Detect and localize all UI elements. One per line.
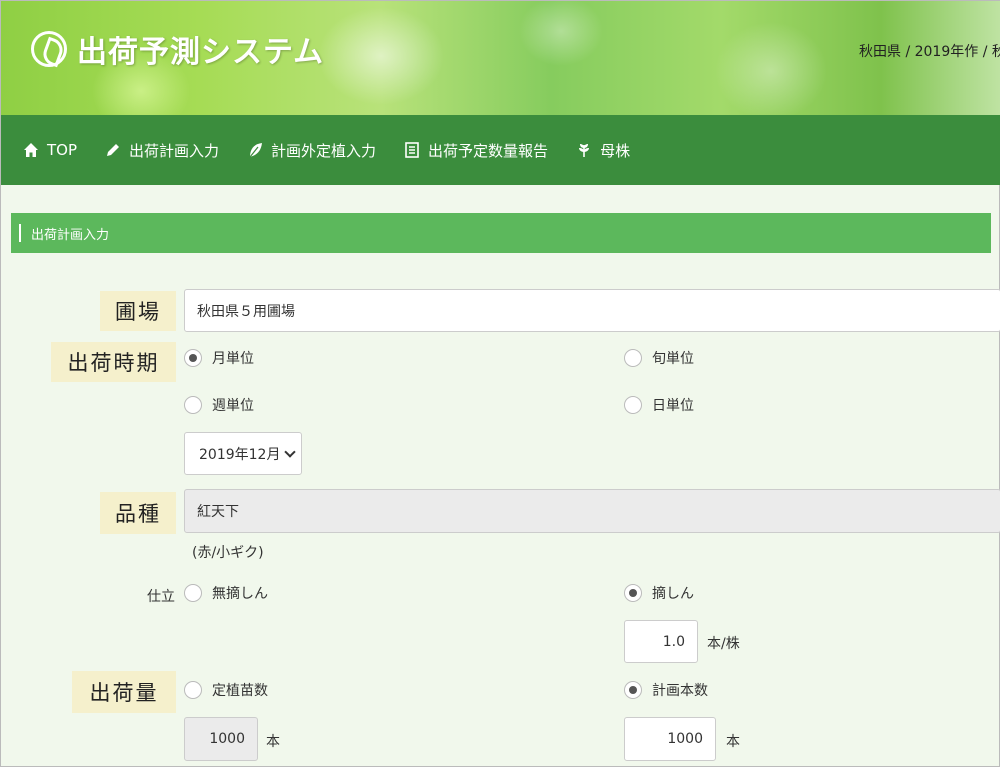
radio-weekly[interactable]: 週単位 (184, 395, 254, 415)
radio-no-pinching[interactable]: 無摘しん (184, 583, 268, 603)
radio-ten-day[interactable]: 旬単位 (624, 348, 694, 368)
nav-item-mother-stock[interactable]: 母株 (576, 140, 630, 161)
app-title: 出荷予測システム (77, 35, 325, 70)
radio-planned-stems[interactable]: 計画本数 (624, 680, 708, 700)
nav-item-label: TOP (47, 141, 78, 159)
radio-unchecked-icon (624, 349, 642, 367)
radio-checked-icon (624, 584, 642, 602)
nav-item-label: 出荷予定数量報告 (428, 141, 549, 160)
nav-item-shipment-report[interactable]: 出荷予定数量報告 (404, 140, 548, 161)
planned-stems-unit: 本 (726, 734, 740, 750)
section-title-bar: 出荷計画入力 (11, 213, 991, 253)
nav-item-unplanned-planting[interactable]: 計画外定植入力 (247, 140, 376, 161)
radio-label: 摘しん (652, 586, 694, 602)
nav-item-label: 出荷計画入力 (129, 141, 220, 160)
shipping-period-label: 出荷時期 (51, 342, 176, 382)
section-accent (19, 224, 21, 242)
radio-label: 月単位 (212, 351, 254, 367)
variety-field: 紅天下 (184, 489, 1000, 533)
section-title: 出荷計画入力 (31, 227, 110, 243)
nav-item-top[interactable]: TOP (23, 141, 77, 159)
radio-label: 計画本数 (652, 683, 708, 699)
document-icon (405, 142, 419, 158)
nav-item-label: 計画外定植入力 (271, 141, 377, 160)
main-nav: TOP 出荷計画入力 計画外定植入力 出荷予定数量報告 母株 (1, 115, 1000, 185)
planned-stems-input[interactable]: 1000 (624, 717, 716, 761)
nav-item-label: 母株 (600, 141, 631, 160)
plant-icon (579, 144, 590, 157)
radio-planted-seedlings[interactable]: 定植苗数 (184, 680, 268, 700)
stems-per-plant-unit: 本/株 (707, 636, 740, 652)
nav-item-shipment-plan[interactable]: 出荷計画入力 (105, 140, 219, 161)
chevron-down-icon (284, 445, 297, 458)
radio-label: 日単位 (652, 398, 694, 414)
radio-unchecked-icon (184, 584, 202, 602)
radio-checked-icon (624, 681, 642, 699)
pencil-icon (107, 144, 120, 156)
radio-label: 週単位 (212, 398, 254, 414)
shitate-label: 仕立 (147, 589, 175, 605)
app-header: 出荷予測システム 秋田県 / 2019年作 / 秋 (1, 1, 1000, 115)
leaf-logo-icon (31, 31, 67, 67)
radio-checked-icon (184, 349, 202, 367)
quantity-label: 出荷量 (72, 671, 176, 713)
leaf-icon (249, 143, 263, 158)
radio-label: 定植苗数 (212, 683, 268, 699)
radio-label: 無摘しん (212, 586, 268, 602)
seedlings-count-field: 1000 (184, 717, 258, 761)
radio-unchecked-icon (624, 396, 642, 414)
radio-label: 旬単位 (652, 351, 694, 367)
radio-unchecked-icon (184, 396, 202, 414)
seedlings-count-unit: 本 (266, 734, 280, 750)
farm-field[interactable]: 秋田県５用圃場 (184, 289, 1000, 332)
radio-unchecked-icon (184, 681, 202, 699)
stems-per-plant-input[interactable]: 1.0 (624, 620, 698, 663)
month-select-value: 2019年12月 (199, 446, 281, 463)
app-logo[interactable]: 出荷予測システム (31, 27, 324, 71)
home-icon (24, 143, 38, 157)
month-select[interactable]: 2019年12月 (184, 432, 302, 475)
radio-monthly[interactable]: 月単位 (184, 348, 254, 368)
radio-pinching[interactable]: 摘しん (624, 583, 694, 603)
variety-note: (赤/小ギク) (192, 545, 264, 561)
radio-daily[interactable]: 日単位 (624, 395, 694, 415)
header-context-info: 秋田県 / 2019年作 / 秋 (859, 44, 1000, 60)
variety-label: 品種 (100, 492, 176, 534)
farm-label: 圃場 (100, 291, 176, 331)
